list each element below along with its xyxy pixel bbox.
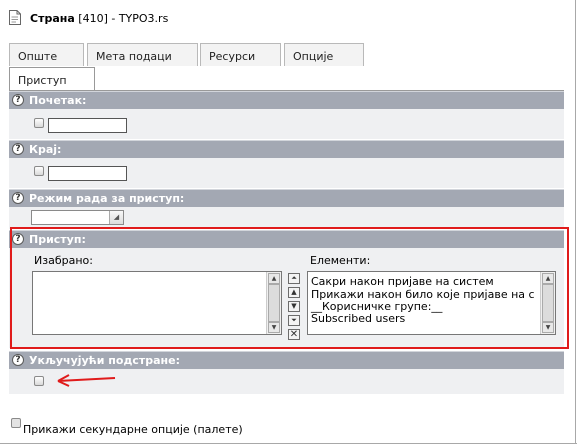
section-label-end: Крај: <box>29 143 62 156</box>
page-title: Страна [410] - TYPO3.rs <box>30 12 168 25</box>
secondary-options-label[interactable]: Прикажи секундарне опције (палете) <box>23 423 243 436</box>
tab-options[interactable]: Опције <box>284 43 364 66</box>
page-icon <box>9 10 21 25</box>
help-icon[interactable]: ? <box>12 192 24 204</box>
page-title-rest: [410] - TYPO3.rs <box>74 12 169 25</box>
secondary-options-checkbox[interactable] <box>11 418 21 428</box>
end-date-checkbox[interactable] <box>34 166 44 176</box>
tab-metadata-label: Мета подаци <box>96 50 172 63</box>
help-icon[interactable]: ? <box>12 354 24 366</box>
tab-general-label: Опште <box>18 50 58 63</box>
section-bar-end: ? Крај: <box>9 140 564 158</box>
tab-resources-label: Ресурси <box>209 50 256 63</box>
section-label-include-subpages: Укључујући подстране: <box>29 354 180 367</box>
section-label-start: Почетак: <box>29 94 87 107</box>
red-arrow-icon <box>57 374 116 387</box>
include-subpages-checkbox[interactable] <box>34 376 44 386</box>
help-icon[interactable]: ? <box>12 94 24 106</box>
access-mode-select[interactable]: ◢ <box>31 210 124 225</box>
page-type: Страна <box>30 12 75 25</box>
start-date-input[interactable] <box>48 118 127 133</box>
tab-metadata[interactable]: Мета подаци <box>87 43 198 66</box>
tab-general[interactable]: Опште <box>9 43 84 66</box>
help-icon[interactable]: ? <box>12 143 24 155</box>
section-bar-access-mode: ? Режим рада за приступ: <box>9 189 564 207</box>
end-date-input[interactable] <box>48 166 127 181</box>
section-bar-include-subpages: ? Укључујући подстране: <box>9 351 564 369</box>
tab-access-label: Приступ <box>18 74 67 87</box>
frame-border <box>575 0 576 444</box>
highlight-box <box>10 227 569 349</box>
start-date-checkbox[interactable] <box>34 118 44 128</box>
tab-access[interactable]: Приступ <box>9 67 95 91</box>
tab-options-label: Опције <box>293 50 334 63</box>
tab-resources[interactable]: Ресурси <box>200 43 281 66</box>
chevron-down-icon: ◢ <box>109 211 123 224</box>
section-label-access-mode: Режим рада за приступ: <box>29 192 185 205</box>
section-bar-start: ? Почетак: <box>9 91 564 109</box>
